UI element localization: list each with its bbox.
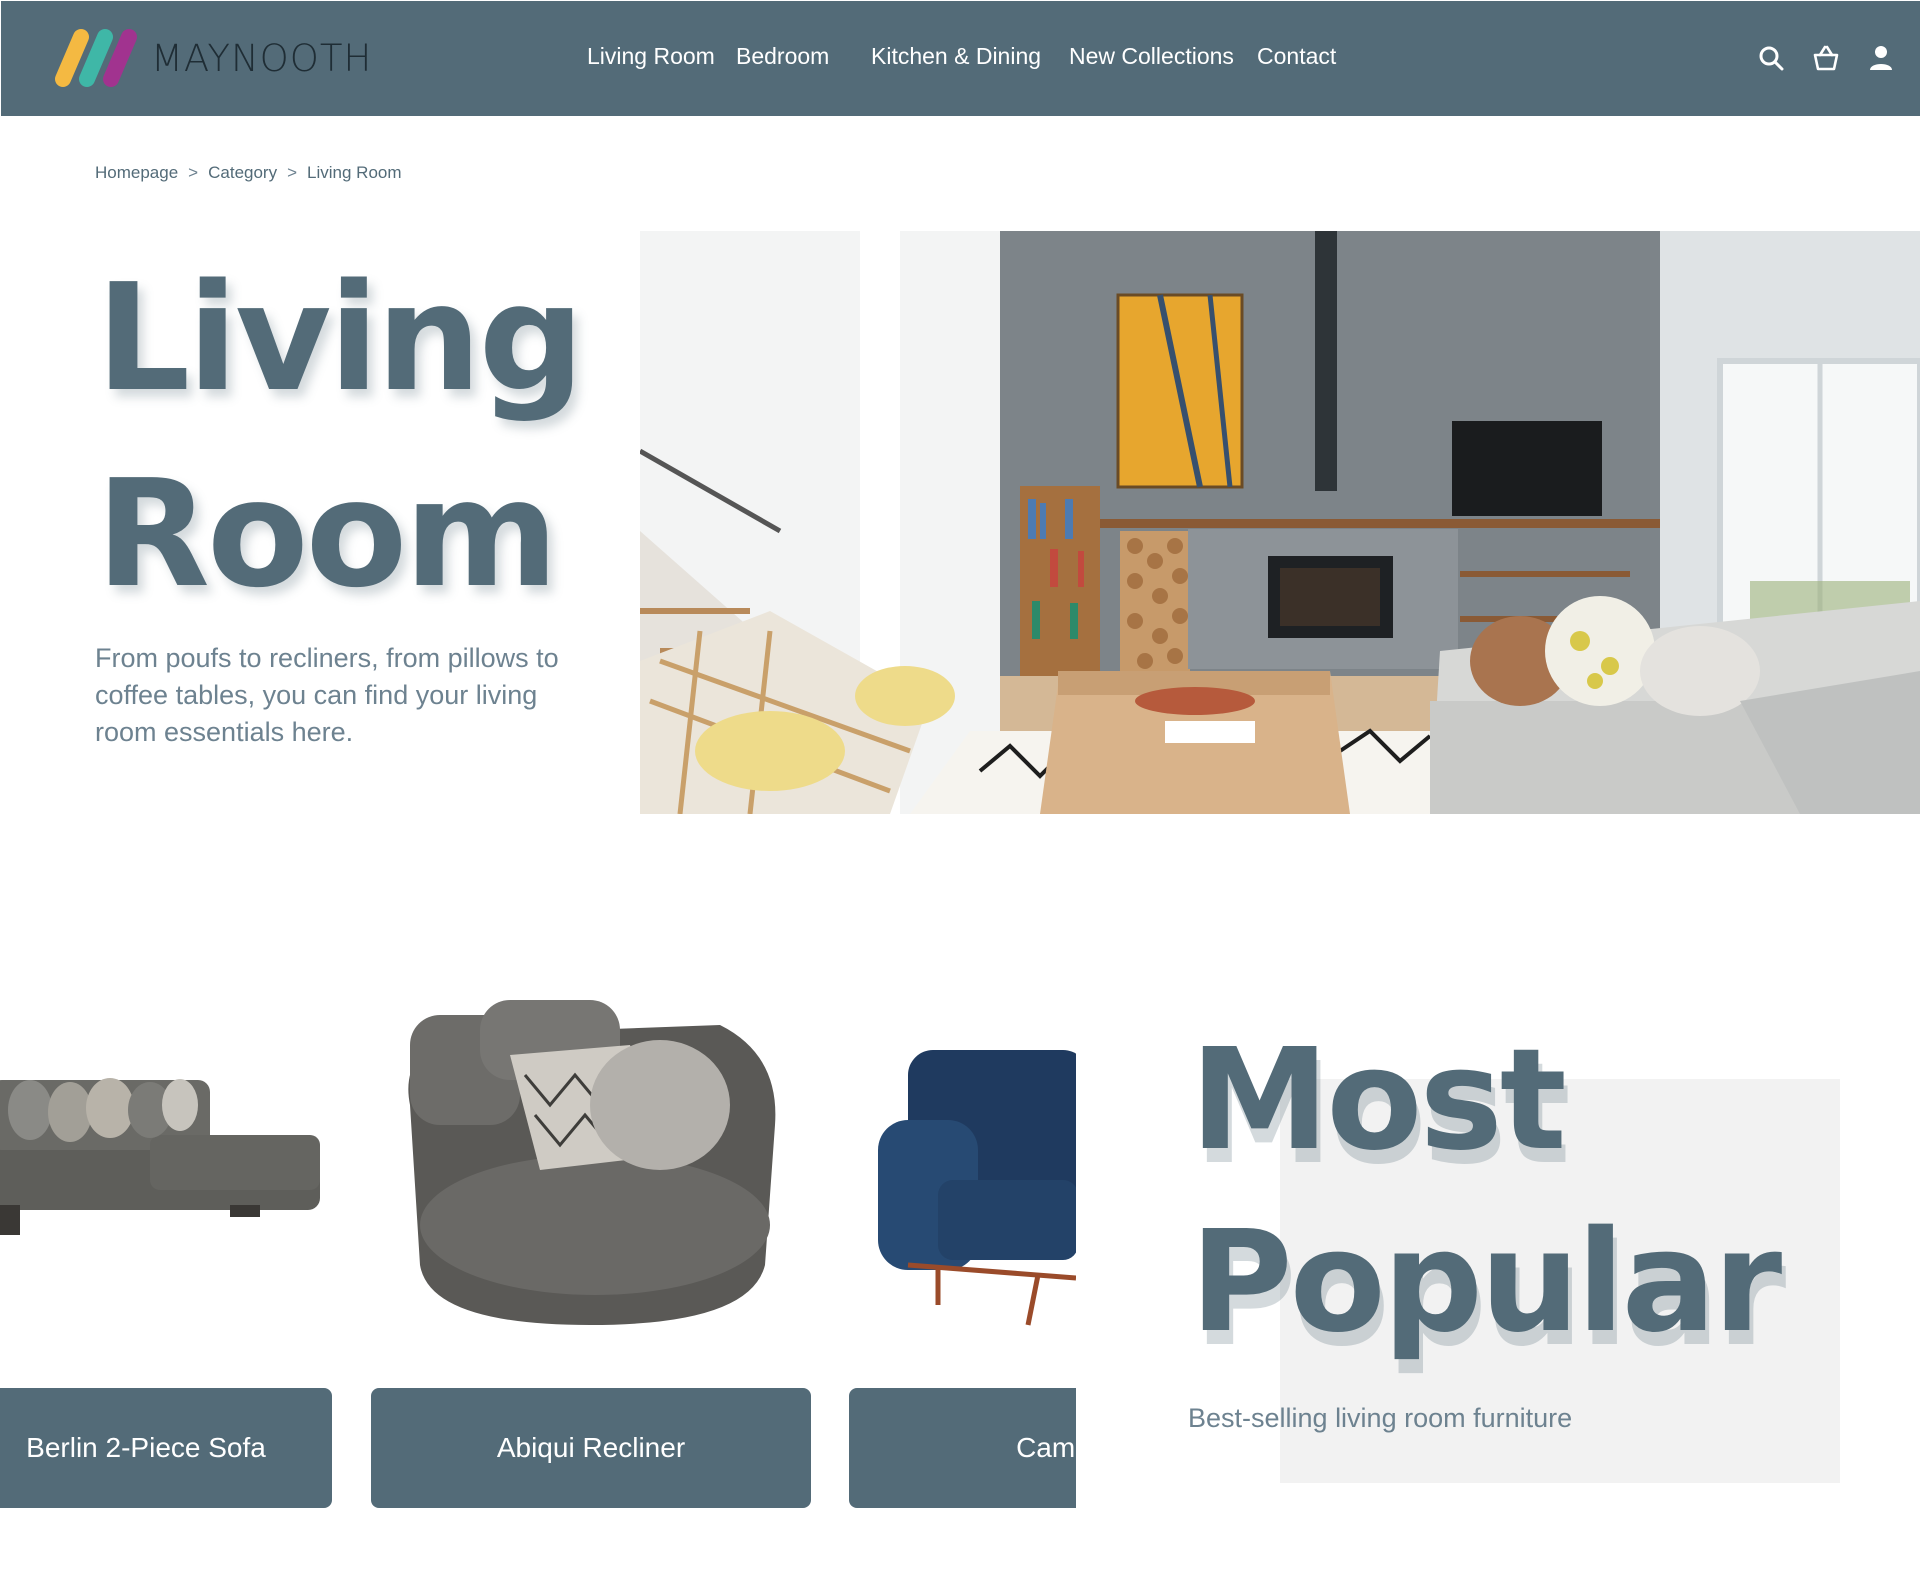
breadcrumb-category[interactable]: Category: [208, 163, 277, 183]
product-image-abiqui-recliner[interactable]: [390, 995, 790, 1330]
section-title-line1: Most: [1190, 1019, 1567, 1182]
product-button-berlin-sofa[interactable]: Berlin 2-Piece Sofa: [0, 1388, 332, 1508]
breadcrumb-current: Living Room: [307, 163, 402, 182]
section-subtitle: Best-selling living room furniture: [1188, 1403, 1573, 1433]
basket-icon[interactable]: [1812, 44, 1840, 72]
main-nav: Living Room Bedroom Kitchen & Dining New…: [1, 1, 1920, 116]
breadcrumb-separator: >: [287, 163, 298, 182]
breadcrumb-separator: >: [188, 163, 199, 182]
breadcrumb-homepage[interactable]: Homepage: [95, 163, 178, 183]
product-image-berlin-sofa[interactable]: [0, 1050, 320, 1250]
product-image-camden-chair[interactable]: [878, 1050, 1076, 1330]
product-carousel[interactable]: Berlin 2-Piece Sofa Abiqui Recliner Camd…: [0, 990, 1076, 1520]
nav-item-contact[interactable]: Contact: [1257, 43, 1336, 70]
page-title: Living Room: [96, 240, 585, 632]
nav-item-new-collections[interactable]: New Collections: [1069, 43, 1234, 70]
living-room-hero-image: [640, 231, 1920, 814]
product-button-camden[interactable]: Camden: [849, 1388, 1076, 1508]
nav-item-bedroom[interactable]: Bedroom: [736, 43, 829, 70]
user-icon[interactable]: [1867, 44, 1895, 72]
product-button-abiqui-recliner[interactable]: Abiqui Recliner: [371, 1388, 811, 1508]
top-navigation-bar: MAYNOOTH Living Room Bedroom Kitchen & D…: [1, 1, 1920, 116]
nav-item-living-room[interactable]: Living Room: [587, 43, 715, 70]
nav-item-kitchen-dining[interactable]: Kitchen & Dining: [871, 43, 1041, 70]
page-title-line2: Room: [96, 448, 559, 620]
breadcrumb: Homepage > Category > Living Room: [95, 163, 402, 183]
section-title-line2: Popular: [1190, 1201, 1782, 1364]
page-description: From poufs to recliners, from pillows to…: [95, 643, 559, 747]
search-icon[interactable]: [1757, 44, 1785, 72]
page-title-line1: Living: [96, 252, 585, 424]
section-title-most-popular: Most Popular: [1190, 1010, 1782, 1374]
